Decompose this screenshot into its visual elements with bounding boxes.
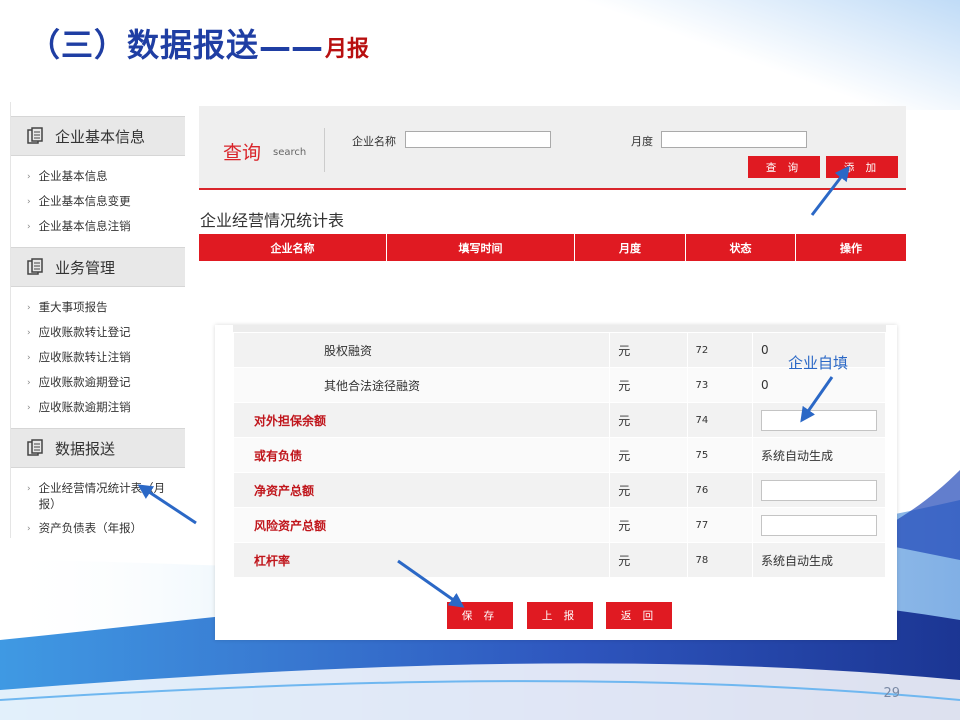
row-code: 76 xyxy=(686,472,753,508)
row-value: 系统自动生成 xyxy=(751,542,887,578)
document-icon xyxy=(27,258,45,276)
sidebar-list-business: › 重大事项报告 › 应收账款转让登记 › 应收账款转让注销 › 应收账款逾期登记 › 应… xyxy=(11,287,185,428)
annotation-self-fill: 企业自填 xyxy=(788,354,849,372)
column-header-status[interactable]: 状态 xyxy=(686,234,796,261)
chevron-right-icon: › xyxy=(27,403,31,413)
row-name: 净资产总额 xyxy=(232,472,611,508)
row-name: 对外担保余额 xyxy=(232,402,611,438)
sidebar-group-label: 业务管理 xyxy=(55,258,116,277)
row-unit: 元 xyxy=(609,472,688,508)
sidebar-item-company-info[interactable]: › 企业基本信息 xyxy=(11,164,185,189)
sidebar-group-label: 数据报送 xyxy=(55,439,116,458)
divider xyxy=(324,128,325,172)
row-name: 或有负债 xyxy=(232,437,611,473)
row-code: 75 xyxy=(686,437,753,473)
page-number: 29 xyxy=(883,686,900,701)
row-unit: 元 xyxy=(609,542,688,578)
slide-title-sub: 月报 xyxy=(325,37,370,62)
list-title: 企业经营情况统计表 xyxy=(200,211,345,230)
row-value-cell xyxy=(751,507,887,543)
row-code: 72 xyxy=(686,332,753,368)
table-row: 对外担保余额元 74 xyxy=(232,402,887,438)
row-unit: 元 xyxy=(609,367,688,403)
sidebar-item-receivable-overdue-cancel[interactable]: › 应收账款逾期注销 xyxy=(11,395,185,420)
company-name-input[interactable] xyxy=(405,131,551,148)
back-button[interactable]: 返 回 xyxy=(606,602,672,629)
slide-title-main: （三）数据报送 xyxy=(28,26,260,64)
sidebar-item-monthly-report[interactable]: › 企业经营情况统计表（月报） xyxy=(11,476,185,516)
sidebar-group-data-report[interactable]: 数据报送 xyxy=(11,428,185,468)
company-name-label: 企业名称 xyxy=(352,135,396,148)
add-button[interactable]: 添 加 xyxy=(826,156,898,178)
row-value-input[interactable] xyxy=(760,514,877,536)
row-name: 其他合法途径融资 xyxy=(232,367,611,403)
row-unit: 元 xyxy=(609,507,688,543)
column-header-company[interactable]: 企业名称 xyxy=(199,234,387,261)
table-top-strip xyxy=(233,325,886,332)
column-header-fill-time[interactable]: 填写时间 xyxy=(387,234,575,261)
query-title-en: search xyxy=(273,147,307,158)
sidebar-list-basic-info: › 企业基本信息 › 企业基本信息变更 › 企业基本信息注销 xyxy=(11,156,185,247)
column-header-action[interactable]: 操作 xyxy=(796,234,906,261)
row-unit: 元 xyxy=(609,437,688,473)
row-value-input[interactable] xyxy=(760,409,877,431)
query-title: 查询 xyxy=(223,142,262,164)
row-code: 77 xyxy=(686,507,753,543)
row-code: 78 xyxy=(686,542,753,578)
chevron-right-icon: › xyxy=(27,524,31,534)
sidebar-group-basic-info[interactable]: 企业基本信息 xyxy=(11,116,185,156)
chevron-right-icon: › xyxy=(27,197,31,207)
table-row: 或有负债元 75 系统自动生成 xyxy=(232,437,887,473)
row-value-input[interactable] xyxy=(760,479,877,501)
sidebar-item-company-info-change[interactable]: › 企业基本信息变更 xyxy=(11,189,185,214)
row-unit: 元 xyxy=(609,332,688,368)
month-label: 月度 xyxy=(631,135,653,148)
row-name: 风险资产总额 xyxy=(232,507,611,543)
document-icon xyxy=(27,127,45,145)
row-unit: 元 xyxy=(609,402,688,438)
sidebar-item-company-info-cancel[interactable]: › 企业基本信息注销 xyxy=(11,214,185,239)
column-header-month[interactable]: 月度 xyxy=(575,234,686,261)
row-value-cell xyxy=(751,472,887,508)
slide-title-dash: —— xyxy=(259,28,324,66)
row-name: 股权融资 xyxy=(232,332,611,368)
sidebar-item-receivable-transfer-cancel[interactable]: › 应收账款转让注销 xyxy=(11,345,185,370)
row-code: 73 xyxy=(686,367,753,403)
chevron-right-icon: › xyxy=(27,328,31,338)
sidebar-item-major-event[interactable]: › 重大事项报告 xyxy=(11,295,185,320)
row-value: 系统自动生成 xyxy=(751,437,887,473)
chevron-right-icon: › xyxy=(27,222,31,232)
sidebar: 企业基本信息 › 企业基本信息 › 企业基本信息变更 › 企业基本信息注销 业务管理 … xyxy=(10,102,185,538)
table-row: 风险资产总额元 77 xyxy=(232,507,887,543)
chevron-right-icon: › xyxy=(27,378,31,388)
document-icon xyxy=(27,439,45,457)
chevron-right-icon: › xyxy=(27,353,31,363)
table-row: 杠杆率元 78 系统自动生成 xyxy=(232,542,887,578)
chevron-right-icon: › xyxy=(27,303,31,313)
sidebar-item-balance-sheet[interactable]: › 资产负债表（年报） xyxy=(11,516,185,541)
query-panel: 查询 search 企业名称 月度 查 询 添 加 xyxy=(199,106,906,190)
table-row: 净资产总额元 76 xyxy=(232,472,887,508)
save-button[interactable]: 保 存 xyxy=(447,602,513,629)
month-input[interactable] xyxy=(661,131,807,148)
row-code: 74 xyxy=(686,402,753,438)
row-name: 杠杆率 xyxy=(232,542,611,578)
row-value-cell xyxy=(751,402,887,438)
sidebar-item-receivable-transfer-register[interactable]: › 应收账款转让登记 xyxy=(11,320,185,345)
chevron-right-icon: › xyxy=(27,484,31,494)
report-button[interactable]: 上 报 xyxy=(527,602,593,629)
search-button[interactable]: 查 询 xyxy=(748,156,820,178)
list-table-header: 企业名称 填写时间 月度 状态 操作 xyxy=(199,234,906,261)
chevron-right-icon: › xyxy=(27,172,31,182)
sidebar-list-data-report: › 企业经营情况统计表（月报） › 资产负债表（年报） xyxy=(11,468,185,549)
sidebar-group-business[interactable]: 业务管理 xyxy=(11,247,185,287)
sidebar-item-receivable-overdue-register[interactable]: › 应收账款逾期登记 xyxy=(11,370,185,395)
slide-title: （三）数据报送 —— 月报 xyxy=(28,22,369,66)
sidebar-group-label: 企业基本信息 xyxy=(55,127,146,146)
